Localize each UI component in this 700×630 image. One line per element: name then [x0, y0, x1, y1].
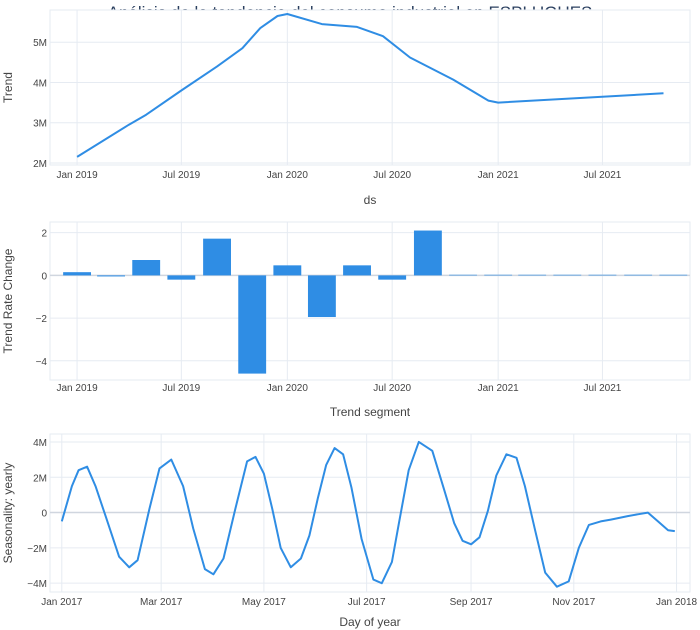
y-tick-label: 2 — [41, 229, 47, 240]
x-tick-label: Jul 2020 — [373, 383, 411, 394]
x-tick-label: Jul 2017 — [348, 597, 386, 608]
x-tick-label: Jul 2020 — [373, 170, 411, 181]
y-tick-label: 3M — [33, 119, 47, 130]
x-axis-label: ds — [364, 193, 377, 207]
trend-rate-bar — [518, 274, 547, 276]
y-tick-label: 2M — [33, 159, 47, 170]
x-tick-label: Nov 2017 — [552, 597, 595, 608]
trend-rate-bar — [378, 275, 407, 280]
trend-rate-bar — [132, 260, 161, 276]
y-tick-label: −2M — [27, 544, 47, 555]
y-tick-label: 5M — [33, 38, 47, 49]
trend-rate-bar — [203, 238, 231, 276]
trend-rate-bar — [553, 274, 582, 276]
plot-area — [49, 221, 691, 381]
y-tick-label: −4 — [36, 357, 48, 368]
y-axis-label: Trend Rate Change — [1, 248, 15, 353]
x-tick-label: Jan 2020 — [267, 170, 309, 181]
trend-rate-bar — [588, 274, 617, 276]
y-axis-label: Seasonality: yearly — [1, 463, 15, 564]
y-tick-label: 0 — [41, 271, 47, 282]
y-tick-label: 4M — [33, 78, 47, 89]
x-tick-label: Jan 2020 — [267, 383, 309, 394]
trend-rate-bar — [238, 275, 267, 374]
chart-canvas: Jan 2019 Jul 2019 Jan 2020 Jul 2020 Jan 2021… — [1, 9, 698, 629]
x-tick-label: Jul 2019 — [162, 383, 200, 394]
x-tick-label: Jul 2019 — [162, 170, 200, 181]
x-tick-label: Jan 2021 — [478, 170, 520, 181]
trend-rate-bar — [307, 275, 336, 318]
x-axis-label: Day of year — [339, 615, 400, 629]
trend-rate-bar — [63, 272, 92, 276]
x-tick-label: Jan 2019 — [56, 170, 98, 181]
trend-rate-bar — [659, 274, 688, 276]
yearly-seasonality-panel: Jan 2017 Mar 2017 May 2017 Jul 2017 Sep 2017… — [1, 433, 698, 629]
y-tick-label: 4M — [33, 438, 47, 449]
trend-rate-bar — [167, 275, 196, 280]
y-tick-label: −4M — [27, 579, 47, 590]
trend-rate-bar — [343, 265, 371, 276]
trend-rate-bar — [273, 265, 302, 276]
y-tick-label: 0 — [41, 509, 47, 520]
trend-rate-bar — [97, 275, 125, 277]
trend-rate-change-panel: Jan 2019 Jul 2019 Jan 2020 Jul 2020 Jan 2021… — [1, 221, 691, 419]
y-tick-label: 2M — [33, 473, 47, 484]
plot-area — [49, 9, 691, 166]
y-axis-label: Trend — [1, 72, 15, 103]
x-tick-label: Sep 2017 — [450, 597, 493, 608]
x-tick-label: Jan 2017 — [41, 597, 83, 608]
x-tick-label: May 2017 — [242, 597, 286, 608]
x-tick-label: Jan 2021 — [478, 383, 520, 394]
y-tick-label: −2 — [36, 314, 48, 325]
trend-rate-bar — [413, 230, 442, 276]
trend-rate-bar — [624, 274, 653, 276]
trend-panel: Jan 2019 Jul 2019 Jan 2020 Jul 2020 Jan 2021… — [1, 9, 691, 207]
x-tick-label: Jul 2021 — [584, 383, 622, 394]
x-axis-label: Trend segment — [330, 405, 411, 419]
trend-rate-bar — [449, 274, 477, 276]
x-tick-label: Mar 2017 — [140, 597, 183, 608]
x-tick-label: Jul 2021 — [584, 170, 622, 181]
trend-rate-bar — [484, 274, 513, 276]
x-tick-label: Jan 2018 — [656, 597, 698, 608]
x-tick-label: Jan 2019 — [56, 383, 98, 394]
